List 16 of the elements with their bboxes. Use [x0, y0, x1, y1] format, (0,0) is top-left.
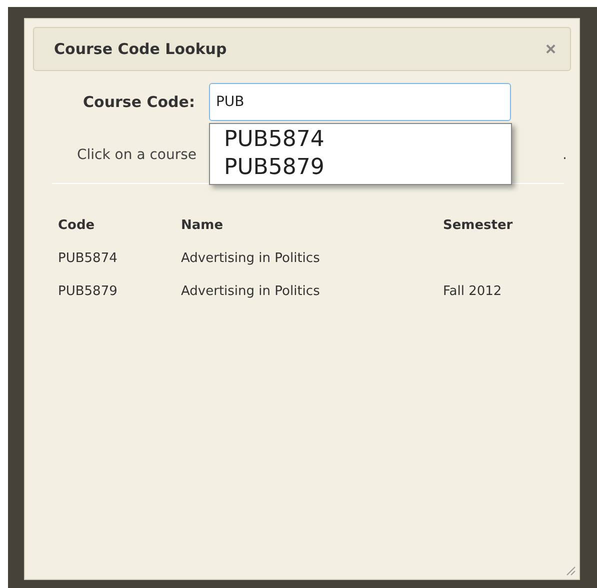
suggestion-item[interactable]: PUB5879 [224, 154, 511, 182]
table-cell-text: PUB5879 [58, 284, 118, 299]
instruction-text: Click on a course [77, 147, 197, 163]
resize-grip-icon[interactable] [566, 566, 576, 576]
column-header: Name [181, 218, 224, 233]
table-cell-text: PUB5874 [58, 251, 118, 266]
instruction-text: . [562, 147, 567, 163]
table-cell-text: Advertising in Politics [181, 251, 321, 266]
column-header: Semester [443, 218, 514, 233]
field-label: Course Code: [83, 93, 195, 111]
table-cell-text: Fall 2012 [443, 284, 503, 299]
dialog-title: Course Code Lookup [54, 40, 227, 58]
column-header: Code [58, 218, 96, 233]
table-cell-text: Advertising in Politics [181, 284, 321, 299]
suggestion-item[interactable]: PUB5874 [224, 126, 511, 154]
input-field[interactable]: PUB [208, 83, 511, 121]
